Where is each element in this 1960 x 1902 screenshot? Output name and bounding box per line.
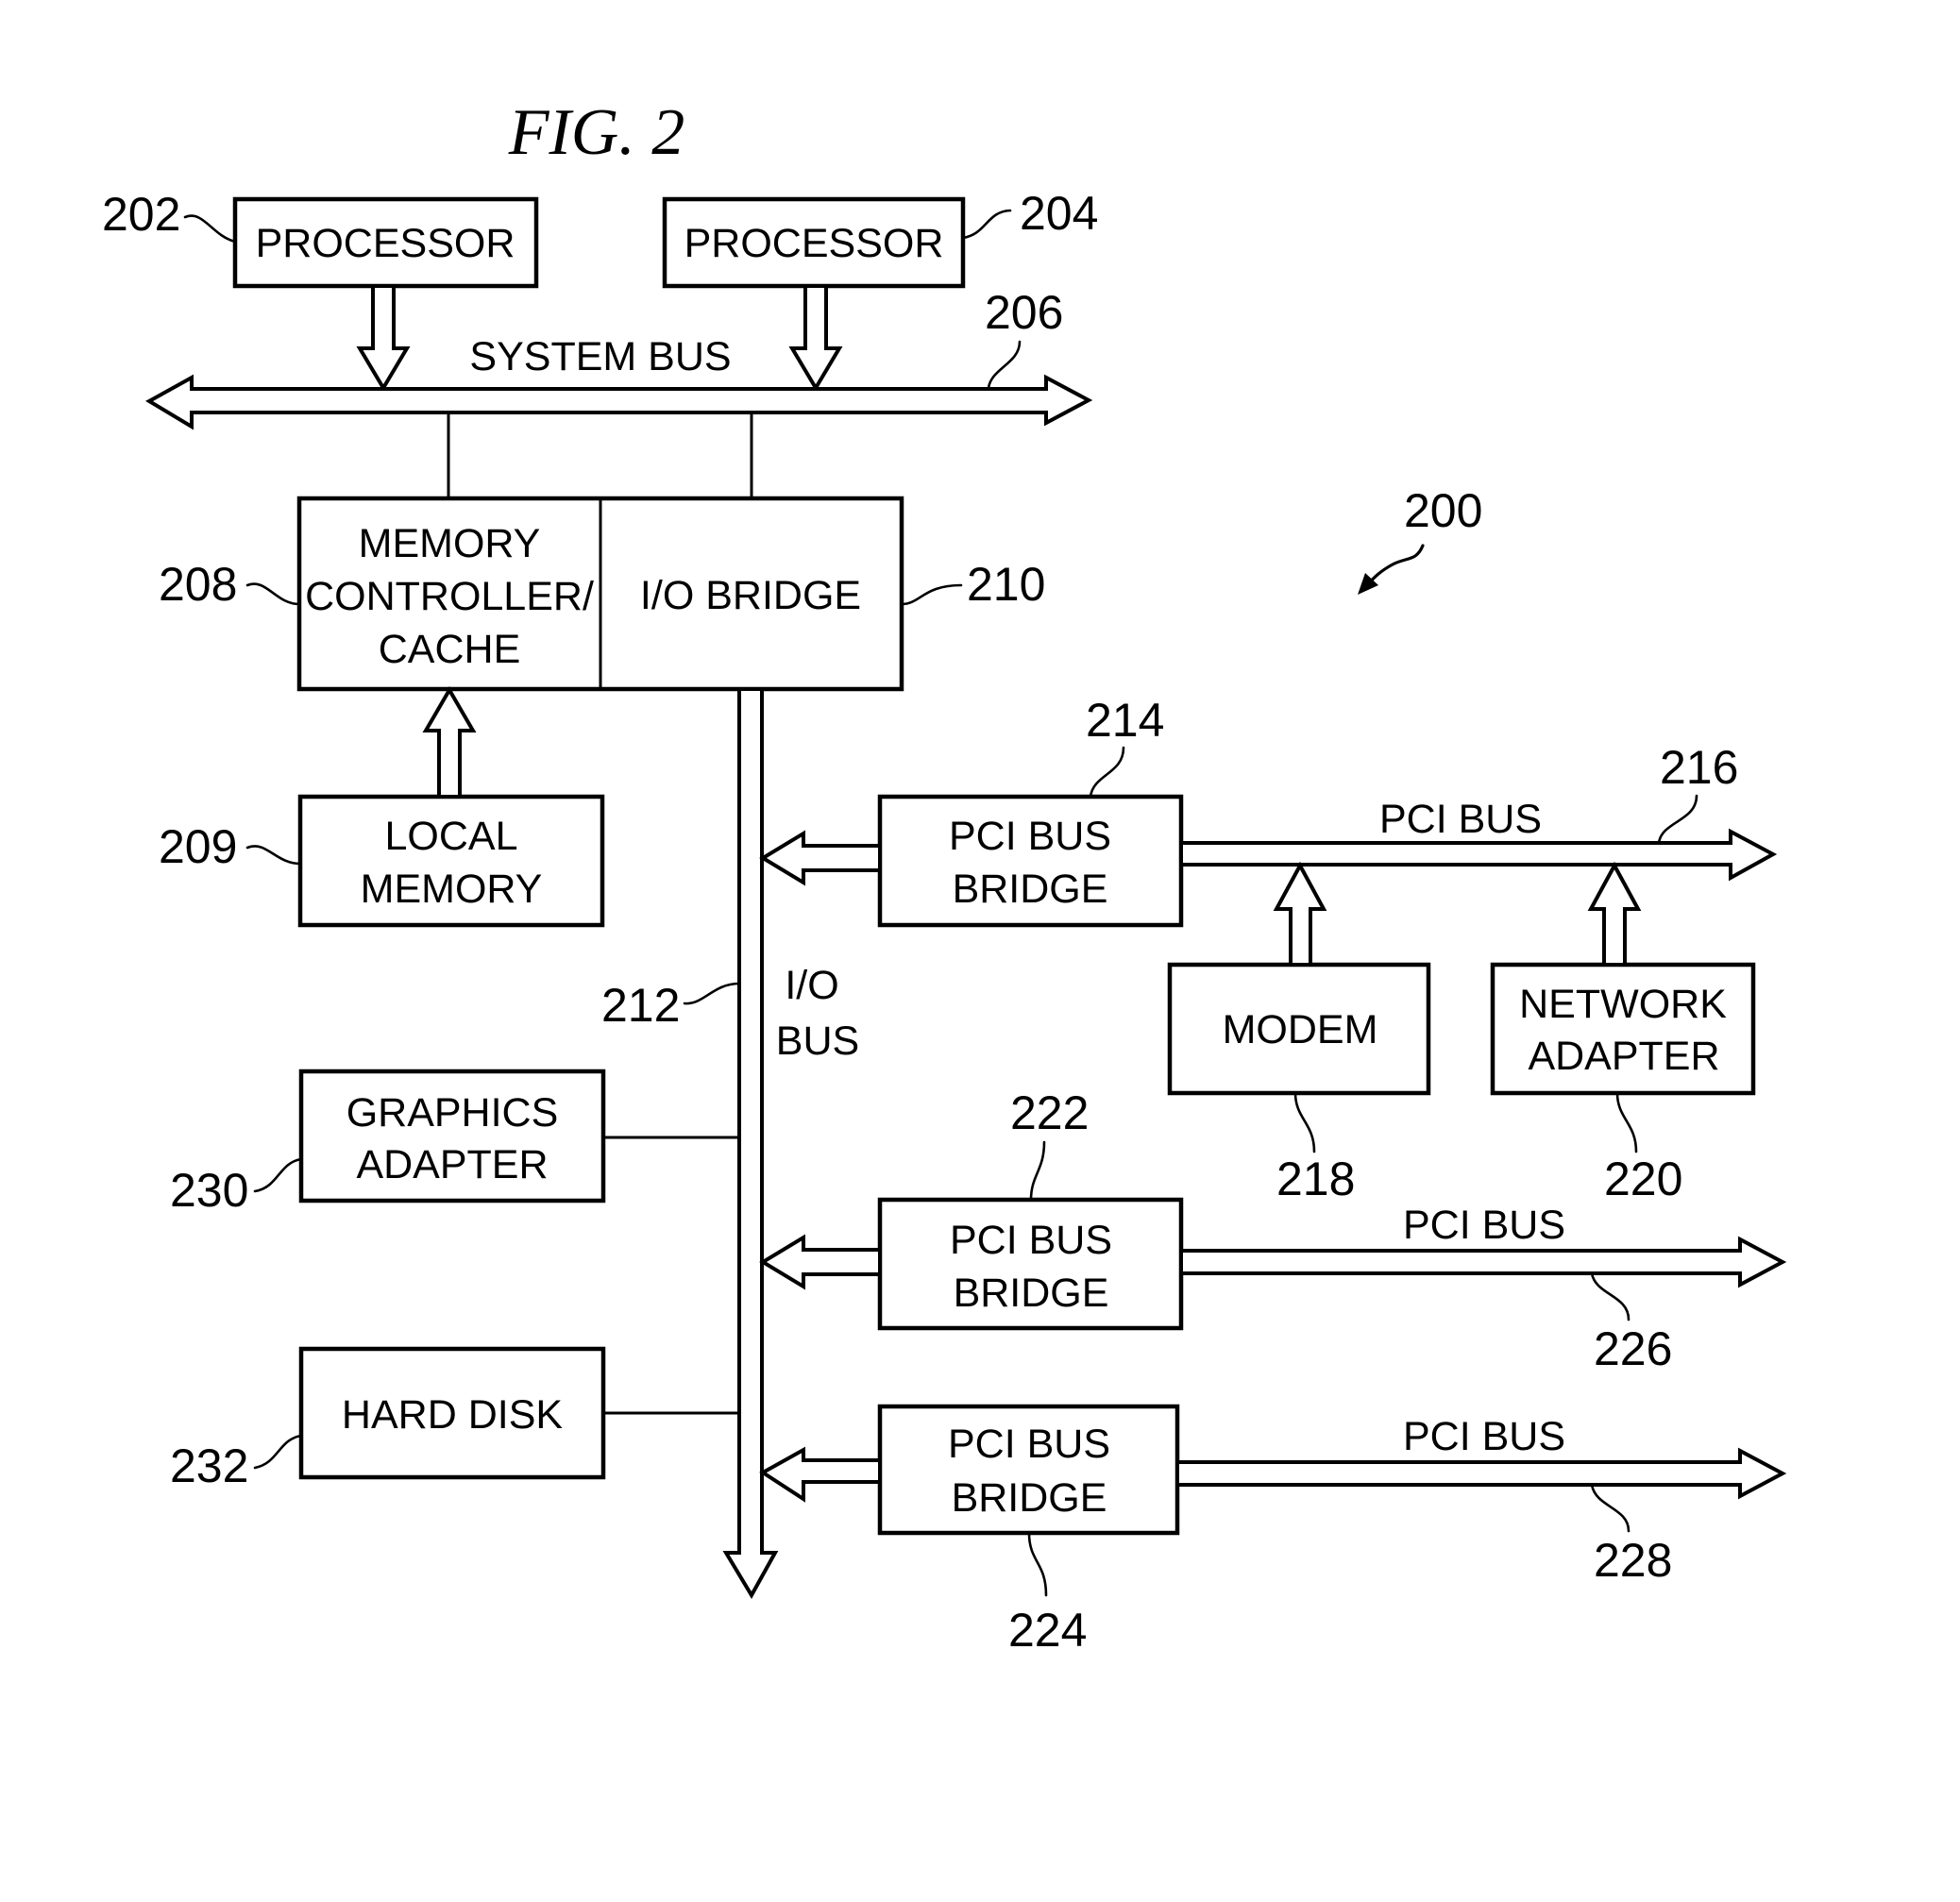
pci-bridge-line-1: PCI BUS: [949, 814, 1111, 859]
io-bridge-label: I/O BRIDGE: [640, 573, 861, 618]
ref-230: 230: [170, 1164, 248, 1217]
system-bus-label: SYSTEM BUS: [469, 334, 731, 379]
ref-222: 222: [1010, 1086, 1089, 1139]
pci-bus-228-label: PCI BUS: [1403, 1414, 1565, 1459]
leader-206: [987, 340, 1022, 390]
leader-210: [900, 583, 963, 606]
ref-206: 206: [985, 286, 1063, 339]
graphics-adapter: GRAPHICS ADAPTER: [298, 1069, 606, 1203]
left-arrow-icon: [759, 1446, 882, 1503]
ref-220: 220: [1604, 1153, 1682, 1205]
leader-228: [1590, 1483, 1631, 1533]
ref-224: 224: [1008, 1604, 1087, 1657]
up-arrow-icon: [422, 686, 477, 799]
graphics-adapter-line-1: GRAPHICS: [346, 1090, 559, 1136]
modem: MODEM: [1167, 962, 1431, 1096]
processor-label: PROCESSOR: [684, 221, 944, 266]
graphics-adapter-line-2: ADAPTER: [356, 1142, 548, 1187]
left-arrow-icon: [759, 830, 882, 886]
ref-214: 214: [1086, 694, 1164, 747]
hard-disk: HARD DISK: [298, 1346, 606, 1480]
io-bus-label-line-2: BUS: [776, 1018, 859, 1064]
leader-216: [1657, 794, 1698, 845]
pci-bus-bridge-214: PCI BUS BRIDGE: [877, 794, 1184, 928]
pci-bridge-line-2: BRIDGE: [952, 1475, 1107, 1521]
memory-controller-line-1: MEMORY: [359, 521, 541, 566]
ref-228: 228: [1594, 1534, 1672, 1587]
leader-204: [961, 209, 1012, 240]
up-arrow-icon: [1587, 861, 1642, 967]
ref-208: 208: [159, 558, 237, 611]
pci-bridge-line-2: BRIDGE: [953, 867, 1108, 912]
network-adapter-line-1: NETWORK: [1519, 982, 1727, 1027]
ref-226: 226: [1594, 1322, 1672, 1375]
memory-controller-io-bridge: MEMORY CONTROLLER/ CACHE I/O BRIDGE: [296, 496, 904, 692]
local-memory: LOCAL MEMORY: [297, 794, 605, 928]
io-bus-label-line-1: I/O: [785, 963, 838, 1008]
processor-label: PROCESSOR: [256, 221, 515, 266]
network-adapter-line-2: ADAPTER: [1528, 1034, 1719, 1079]
local-memory-line-1: LOCAL: [384, 814, 517, 859]
system-bus-arrow: [145, 374, 1093, 430]
ref-209: 209: [159, 820, 237, 873]
hard-disk-label: HARD DISK: [342, 1392, 563, 1438]
ref-232: 232: [170, 1439, 248, 1492]
pci-bus-bridge-224: PCI BUS BRIDGE: [877, 1404, 1180, 1536]
ref-202: 202: [102, 188, 180, 241]
processor-202: PROCESSOR: [232, 196, 539, 289]
leader-226: [1590, 1271, 1631, 1321]
pci-bus-bridge-222: PCI BUS BRIDGE: [877, 1197, 1184, 1331]
modem-label: MODEM: [1223, 1007, 1378, 1052]
processor-204: PROCESSOR: [662, 196, 966, 289]
pci-bridge-line-2: BRIDGE: [954, 1271, 1109, 1316]
ref-204: 204: [1020, 187, 1098, 240]
ref-218: 218: [1276, 1153, 1355, 1205]
ref-212: 212: [601, 979, 680, 1032]
ref-216: 216: [1660, 741, 1738, 794]
network-adapter: NETWORK ADAPTER: [1490, 962, 1756, 1096]
leader-230: [253, 1157, 303, 1193]
leader-222: [1029, 1140, 1046, 1202]
leader-220: [1615, 1091, 1638, 1153]
block-diagram: FIG. 2 PROCESSOR 202 PROCESSOR 204 SYSTE…: [102, 96, 1787, 1657]
pci-bridge-line-1: PCI BUS: [948, 1422, 1110, 1467]
pci-bridge-line-1: PCI BUS: [950, 1218, 1112, 1263]
pci-bus-226-label: PCI BUS: [1403, 1203, 1565, 1248]
system-ref-arrow-line: [1365, 544, 1425, 587]
down-arrow-icon: [788, 284, 843, 392]
leader-232: [253, 1434, 303, 1470]
figure-title: FIG. 2: [508, 96, 685, 169]
pci-bus-216-label: PCI BUS: [1379, 797, 1542, 842]
leader-214: [1089, 746, 1125, 799]
memory-controller-line-3: CACHE: [379, 627, 521, 672]
leader-224: [1027, 1531, 1048, 1597]
local-memory-line-2: MEMORY: [361, 867, 543, 912]
memory-controller-line-2: CONTROLLER/: [305, 574, 594, 619]
leader-208: [245, 582, 301, 606]
ref-200: 200: [1404, 484, 1482, 537]
left-arrow-icon: [759, 1234, 882, 1290]
ref-210: 210: [967, 558, 1045, 611]
up-arrow-icon: [1273, 861, 1327, 967]
leader-209: [245, 845, 302, 866]
down-arrow-icon: [356, 284, 411, 392]
leader-218: [1293, 1091, 1316, 1153]
leader-212: [683, 982, 741, 1005]
leader-202: [183, 214, 237, 244]
io-bus-arrow: [722, 687, 779, 1599]
